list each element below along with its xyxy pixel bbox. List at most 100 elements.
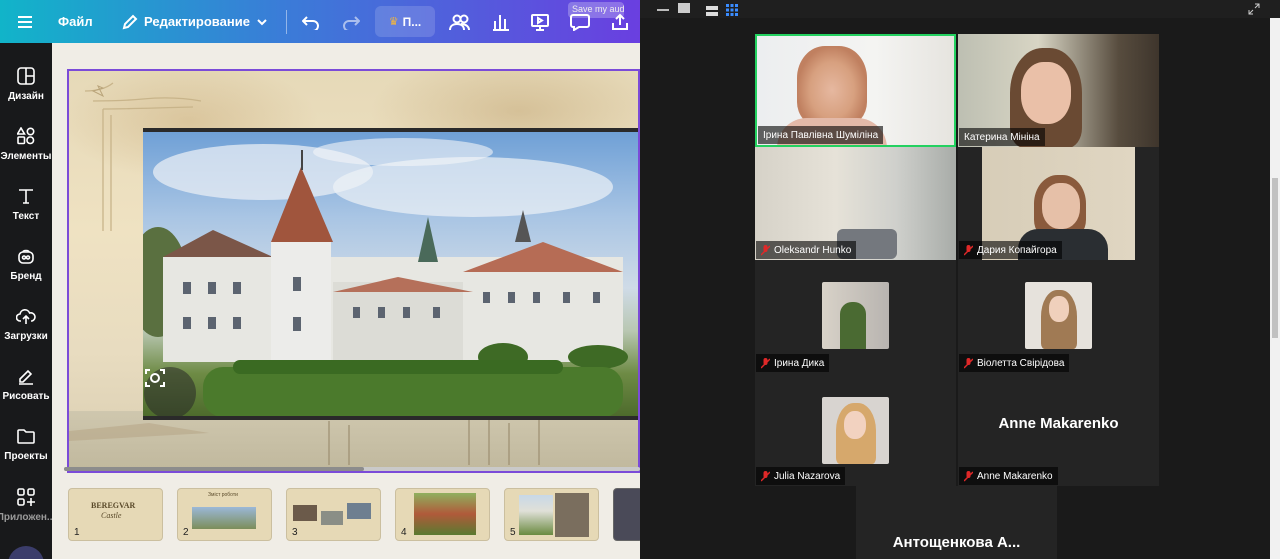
page-thumbnail[interactable]: 4 [395,488,490,541]
insights-icon[interactable] [488,0,514,43]
muted-mic-icon [761,244,770,255]
participant-tile[interactable]: Oleksandr Hunko [755,147,956,260]
people-icon[interactable] [447,0,473,43]
muted-mic-icon [964,244,973,255]
left-sidebar: Дизайн Элементы Текст Бренд Загрузки Рис… [0,43,55,559]
castle-photo[interactable] [143,128,638,420]
sidebar-item-label: Бренд [10,271,42,282]
speaker-view-icon[interactable] [706,3,718,16]
muted-mic-icon [964,357,973,368]
sidebar-item-label: Загрузки [4,331,48,342]
sidebar-item-label: Проекты [4,451,48,462]
scrollbar-thumb[interactable] [64,467,364,471]
horizontal-scrollbar[interactable] [64,467,640,471]
vertical-scrollbar[interactable] [1270,18,1280,559]
participant-name-text: Oleksandr Hunko [774,244,852,256]
present-icon[interactable] [527,0,553,43]
upload-icon [15,305,37,327]
slide-water-background [69,411,638,471]
participant-display-name: Антощенкова А... [892,534,1021,551]
participant-tile[interactable]: Ірина Павлівна Шуміліна [755,34,956,147]
redo-icon[interactable] [338,0,364,43]
participant-display-name: Anne Makarenko [998,415,1119,432]
sidebar-item-label: Рисовать [2,391,50,402]
participant-tile[interactable]: Julia Nazarova [755,373,956,486]
sidebar-item-draw[interactable]: Рисовать [0,359,52,419]
page-thumbnails: BEREGVAR Castle 1 Зміст роботи 2 3 4 5 [52,478,640,559]
menu-icon[interactable] [10,0,40,43]
page-thumbnail[interactable]: Зміст роботи 2 [177,488,272,541]
thumbnail-title: BEREGVAR [91,501,136,510]
sidebar-item-label: Текст [12,211,40,222]
participant-face [844,411,866,439]
participant-face [1042,183,1080,229]
shapes-icon [15,125,37,147]
sidebar-item-projects[interactable]: Проекты [0,419,52,479]
participant-tile[interactable]: Антощенкова А... [856,486,1057,559]
tooltip: Save my audio [568,2,624,18]
thumbnail-image [321,511,343,525]
page-thumbnail[interactable] [613,488,640,541]
thumbnail-title: Зміст роботи [208,492,238,498]
page-number: 3 [292,527,298,538]
restore-icon[interactable] [678,3,690,13]
participant-tile[interactable]: Anne Makarenko Anne Makarenko [958,373,1159,486]
muted-mic-icon [761,470,770,481]
participant-face [1049,296,1069,322]
participant-tile[interactable]: Віолетта Свірідова [958,260,1159,373]
minimize-icon[interactable] [657,3,669,11]
participant-name: Ірина Дика [756,354,830,372]
participant-name-text: Ірина Павлівна Шуміліна [763,129,879,141]
thumbnail-image [347,503,371,519]
participant-name-text: Дария Копайгора [977,244,1057,256]
participant-name-text: Ірина Дика [774,357,825,369]
edit-mode-button[interactable]: Редактирование [122,0,268,43]
participant-tile[interactable]: Дария Копайгора [958,147,1159,260]
scrollbar-thumb[interactable] [1272,178,1278,338]
participant-tile[interactable]: Катерина Мініна [958,34,1159,147]
draw-icon [15,365,37,387]
sidebar-item-uploads[interactable]: Загрузки [0,299,52,359]
thumbnail-image [555,493,589,537]
magic-icon[interactable] [8,546,44,559]
folder-icon [15,425,37,447]
page-number: 5 [510,527,516,538]
muted-mic-icon [964,470,973,481]
thumbnail-image [293,505,317,521]
thumbnail-subtitle: Castle [101,511,122,520]
page-thumbnail[interactable]: 5 [504,488,599,541]
toolbar-divider [286,10,287,34]
zoom-meeting: Ірина Павлівна Шуміліна Катерина Мініна … [640,0,1280,559]
participant-face [797,46,867,126]
page-thumbnail[interactable]: 3 [286,488,381,541]
participant-name-text: Julia Nazarova [774,470,841,482]
sidebar-item-brand[interactable]: Бренд [0,239,52,299]
undo-icon[interactable] [298,0,324,43]
page-thumbnail[interactable]: BEREGVAR Castle 1 [68,488,163,541]
page-number: 1 [74,527,80,538]
thumbnail-image [519,495,553,535]
participant-name: Oleksandr Hunko [756,241,857,259]
participant-name-text: Anne Makarenko [977,470,1053,482]
camera-icon[interactable] [144,367,196,416]
file-menu-button[interactable]: Файл [58,0,93,43]
pro-button[interactable]: ♛ П... [375,6,435,37]
page-number: 2 [183,527,189,538]
participant-name-text: Віолетта Свірідова [977,357,1065,369]
chevron-down-icon [257,18,267,25]
sidebar-item-label: Элементы [0,151,52,162]
sidebar-item-design[interactable]: Дизайн [0,59,52,119]
pro-label: П... [402,14,422,29]
zoom-top-bar [640,0,1280,18]
participant-tile[interactable]: Ірина Дика [755,260,956,373]
fullscreen-icon[interactable] [1248,2,1260,15]
brand-icon [15,245,37,267]
sidebar-item-elements[interactable]: Элементы [0,119,52,179]
sidebar-item-apps[interactable]: Приложен... [0,480,55,540]
text-icon [15,185,37,207]
participant-name: Віолетта Свірідова [959,354,1070,372]
sidebar-item-label: Дизайн [8,91,44,102]
gallery-view-icon[interactable] [726,3,738,16]
sidebar-item-text[interactable]: Текст [0,179,52,239]
slide-canvas[interactable] [67,69,640,473]
